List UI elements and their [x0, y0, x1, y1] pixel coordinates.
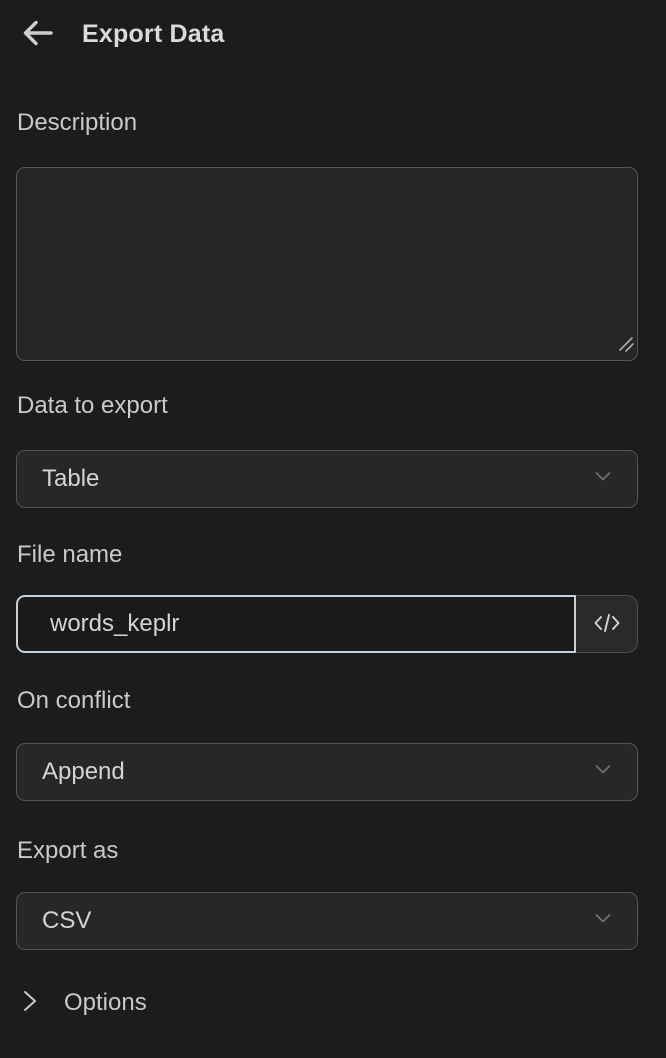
on-conflict-label: On conflict: [17, 686, 130, 716]
chevron-down-icon: [591, 906, 615, 937]
description-label: Description: [17, 108, 137, 138]
code-icon: [592, 610, 622, 639]
export-as-select[interactable]: CSV: [16, 892, 638, 950]
description-textarea[interactable]: [16, 167, 638, 361]
on-conflict-select[interactable]: Append: [16, 743, 638, 801]
chevron-down-icon: [591, 464, 615, 495]
data-to-export-value: Table: [42, 465, 99, 493]
export-data-panel: Export Data Description Data to export T…: [0, 0, 666, 1058]
file-name-input[interactable]: [16, 595, 576, 653]
data-to-export-label: Data to export: [17, 391, 168, 421]
page-title: Export Data: [82, 20, 225, 49]
on-conflict-value: Append: [42, 758, 125, 786]
export-as-value: CSV: [42, 907, 91, 935]
description-field: [16, 167, 638, 361]
code-expression-button[interactable]: [576, 595, 638, 653]
back-button[interactable]: [18, 14, 58, 54]
arrow-left-icon: [20, 15, 56, 54]
chevron-down-icon: [591, 757, 615, 788]
chevron-right-icon: [20, 988, 40, 1017]
export-as-label: Export as: [17, 836, 118, 866]
panel-header: Export Data: [18, 14, 225, 54]
options-section-toggle[interactable]: Options: [20, 988, 147, 1017]
file-name-field: [16, 595, 638, 653]
options-label: Options: [64, 989, 147, 1017]
file-name-label: File name: [17, 540, 122, 570]
data-to-export-select[interactable]: Table: [16, 450, 638, 508]
